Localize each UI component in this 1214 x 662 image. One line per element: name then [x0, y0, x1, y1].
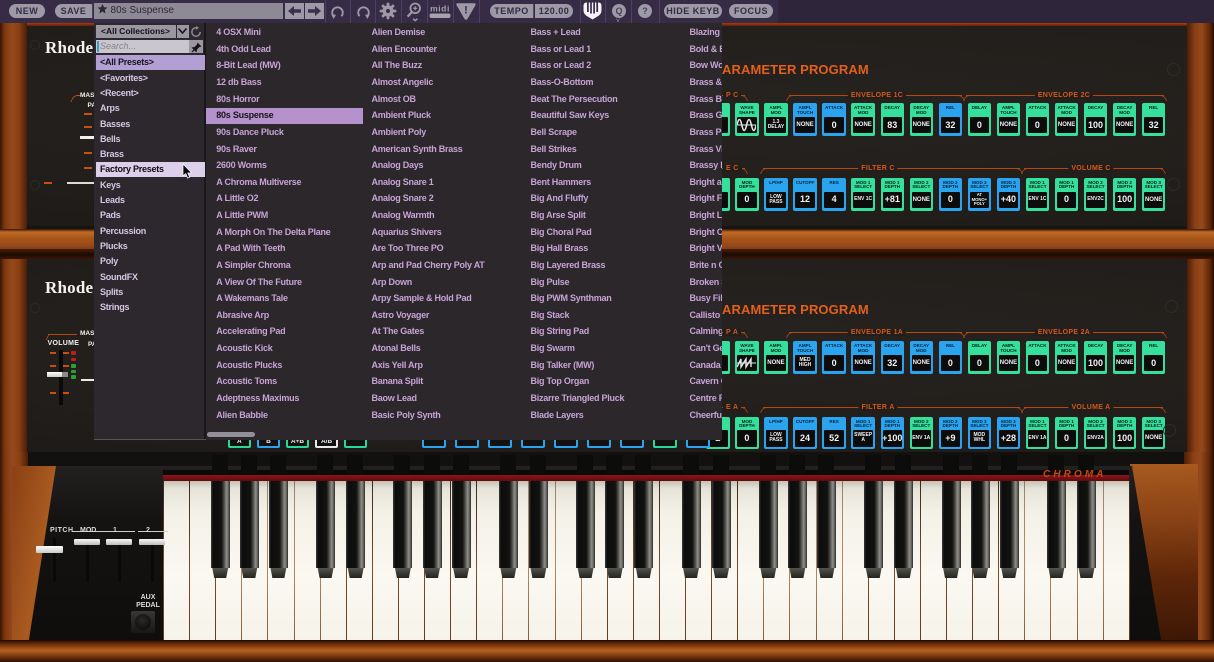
svg-text:midi: midi: [430, 4, 450, 14]
svg-text:!: !: [464, 5, 468, 17]
